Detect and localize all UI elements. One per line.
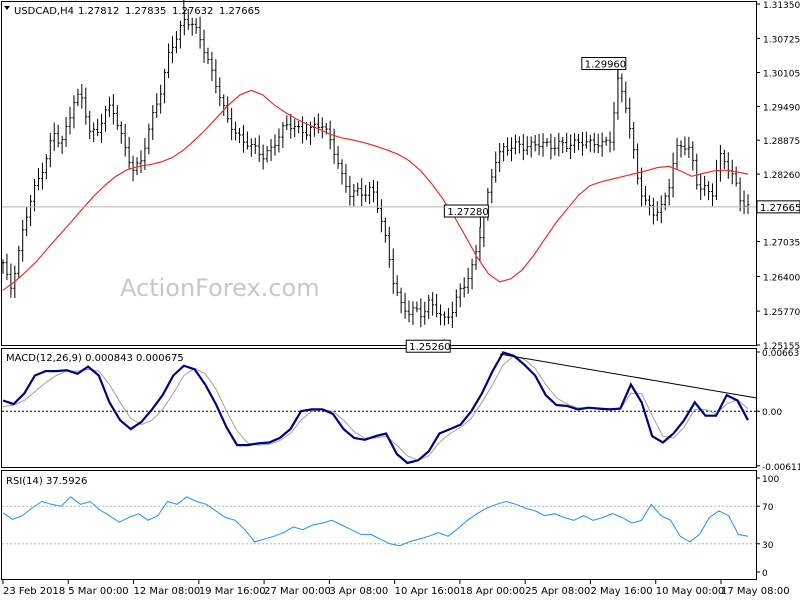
- ohlc-value: 1.27665: [219, 6, 260, 17]
- watermark: ActionForex.com: [120, 274, 320, 302]
- time-tick-label: 27 Mar 00:00: [264, 586, 331, 597]
- price-tick-label: 1.27035: [763, 239, 800, 249]
- current-price-label: 1.27665: [760, 203, 800, 214]
- price-tick-label: 1.28875: [763, 137, 800, 147]
- price-annotation-label: 1.27280: [447, 207, 488, 218]
- price-tick-label: 1.30725: [763, 35, 800, 45]
- price-panel-frame: [1, 1, 757, 346]
- time-tick-label: 25 Apr 08:00: [525, 586, 590, 597]
- price-tick-label: 1.26400: [763, 273, 800, 283]
- time-tick-label: 17 May 08:00: [721, 586, 790, 597]
- macd-label: MACD(12,26,9) 0.000843 0.000675: [6, 353, 184, 364]
- ohlc-header: USDCAD,H4: [14, 6, 74, 17]
- price-tick-label: 1.31350: [763, 1, 800, 11]
- rsi-tick-label: 30: [762, 541, 774, 551]
- price-annotation-label: 1.29960: [585, 60, 626, 71]
- macd-tick-label: -0.006114: [762, 463, 800, 473]
- price-tick-label: 1.28260: [763, 171, 800, 181]
- macd-tick-label: 0.006639: [762, 349, 800, 359]
- time-tick-label: 10 May 00:00: [656, 586, 725, 597]
- price-tick-label: 1.29490: [763, 103, 800, 113]
- rsi-tick-label: 0: [762, 569, 768, 579]
- time-tick-label: 18 Apr 00:00: [460, 586, 525, 597]
- rsi-tick-label: 70: [762, 503, 774, 513]
- time-axis-ticks: 23 Feb 2018 5 Mar 00:00 12 Mar 08:0019 Mar…: [2, 580, 790, 597]
- current-price-box: 1.27665: [756, 200, 800, 214]
- price-annotation-label: 1.25260: [409, 342, 450, 353]
- rsi-label: RSI(14) 37.5926: [6, 476, 87, 487]
- macd-axis-ticks: 0.006639 0.00 -0.006114: [756, 349, 800, 473]
- ohlc-value: 1.27632: [172, 6, 213, 17]
- rsi-axis-ticks: 100 70 30 0: [756, 475, 779, 579]
- macd-tick-label: 0.00: [762, 408, 782, 418]
- time-tick-label: 12 Mar 08:00: [134, 586, 201, 597]
- price-axis-ticks: 1.31350 1.30725 1.30105 1.29490 1.28875 1.282…: [756, 1, 800, 352]
- time-tick-label: 3 Apr 08:00: [329, 586, 388, 597]
- time-tick-label: 10 Apr 16:00: [395, 586, 460, 597]
- time-tick-label: 2 May 16:00: [590, 586, 652, 597]
- ohlc-value: 1.27812: [78, 6, 119, 17]
- time-tick-label: 23 Feb 2018: [3, 586, 65, 597]
- usdcad-chart: ActionForex.com 1.31350 1.30725 1.30105 1.2…: [1, 0, 800, 597]
- rsi-tick-label: 100: [762, 475, 779, 485]
- price-tick-label: 1.25770: [763, 308, 800, 318]
- price-tick-label: 1.30105: [763, 70, 800, 80]
- time-tick-label: 19 Mar 16:00: [199, 586, 266, 597]
- time-tick-label: 5 Mar 00:00: [68, 586, 128, 597]
- rsi-panel-frame: [1, 470, 757, 580]
- ohlc-value: 1.27835: [125, 6, 166, 17]
